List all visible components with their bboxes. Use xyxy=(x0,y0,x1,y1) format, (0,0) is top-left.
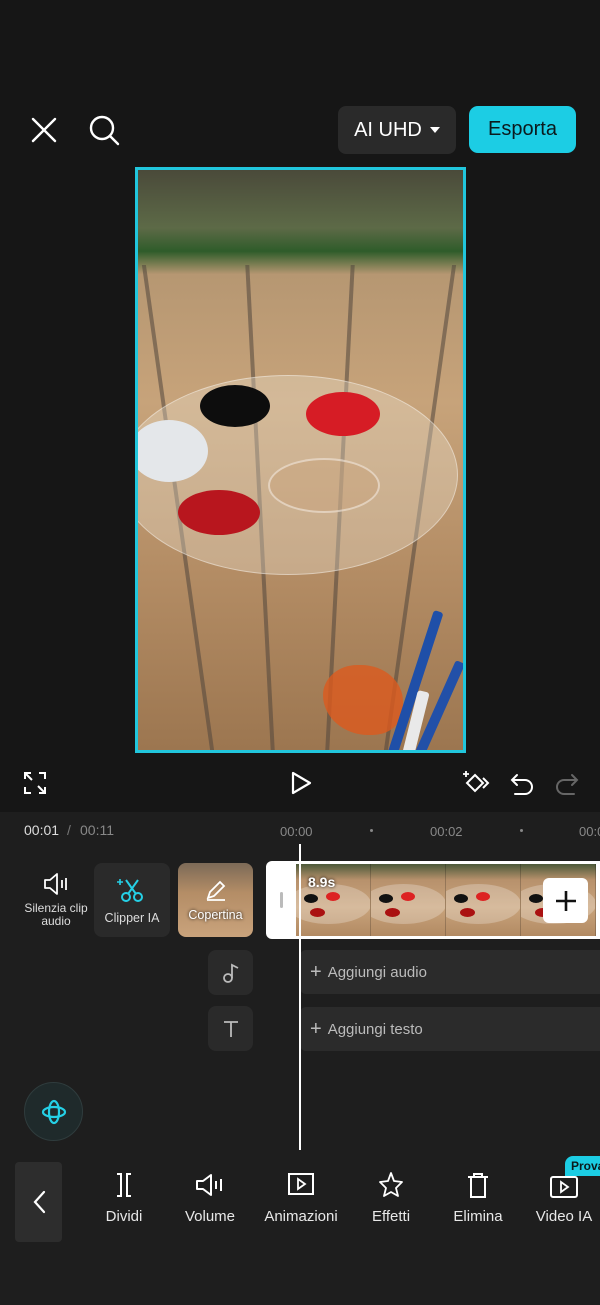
add-clip-button[interactable] xyxy=(543,878,588,923)
play-icon xyxy=(291,771,312,795)
effects-icon xyxy=(379,1172,403,1197)
delete-label: Elimina xyxy=(453,1208,503,1225)
current-time: 00:01 xyxy=(24,822,60,838)
time-separator: / xyxy=(67,822,71,838)
speaker-icon xyxy=(44,873,67,895)
export-button[interactable]: Esporta xyxy=(469,106,576,153)
audio-track-button[interactable] xyxy=(208,950,253,995)
ruler-dot xyxy=(520,829,523,832)
clip-duration: 8.9s xyxy=(308,874,336,890)
edit-pencil-icon xyxy=(206,880,225,901)
effects-label: Effetti xyxy=(371,1208,411,1225)
animation-tool[interactable]: Animazioni xyxy=(258,1168,344,1225)
volume-icon xyxy=(196,1174,222,1196)
split-label: Dividi xyxy=(105,1208,143,1225)
preview-paint-black xyxy=(200,385,270,427)
trash-icon xyxy=(468,1173,488,1198)
split-icon xyxy=(117,1173,131,1197)
clipper-ia-label: Clipper IA xyxy=(104,911,160,925)
clipper-ia-button[interactable]: Clipper IA xyxy=(94,863,170,937)
fullscreen-button[interactable] xyxy=(18,766,52,800)
preview-paint-darkred xyxy=(178,490,260,535)
search-button[interactable] xyxy=(82,108,126,152)
preview-paint-red xyxy=(306,392,380,436)
playhead[interactable] xyxy=(299,844,301,1150)
undo-icon xyxy=(510,774,533,795)
add-audio-button[interactable]: + Aggiungi audio xyxy=(300,950,600,994)
video-preview[interactable] xyxy=(135,167,466,753)
video-ai-label: Video IA xyxy=(535,1208,593,1225)
ai-scissors-icon xyxy=(117,879,143,902)
preview-palette-hole xyxy=(268,458,380,513)
fullscreen-icon xyxy=(24,772,46,794)
plus-icon xyxy=(555,890,576,911)
plus-icon: + xyxy=(310,961,322,983)
music-note-icon xyxy=(222,963,238,983)
text-icon xyxy=(223,1020,238,1037)
redo-button[interactable] xyxy=(550,766,584,800)
volume-label: Volume xyxy=(184,1208,236,1225)
ruler-label: 00:00 xyxy=(280,824,313,839)
try-badge: Prova xyxy=(565,1156,600,1176)
volume-tool[interactable]: Volume xyxy=(167,1168,253,1225)
clip-trim-handle[interactable] xyxy=(280,892,283,908)
cover-label: Copertina xyxy=(188,908,243,922)
ai-assistant-button[interactable] xyxy=(24,1082,83,1141)
add-text-button[interactable]: + Aggiungi testo xyxy=(300,1007,600,1051)
plus-icon: + xyxy=(310,1018,322,1040)
back-button[interactable] xyxy=(15,1162,62,1242)
text-track-button[interactable] xyxy=(208,1006,253,1051)
clip-frame xyxy=(446,864,521,936)
ruler-dot xyxy=(370,829,373,832)
ruler-label: 00:0 xyxy=(579,824,600,839)
resolution-label: AI UHD xyxy=(354,118,422,141)
caret-down-icon xyxy=(429,127,440,133)
clip-frame xyxy=(371,864,446,936)
timeline-panel[interactable]: 00:01 / 00:11 00:00 00:02 00:0 Silenzia … xyxy=(0,812,600,1150)
resolution-dropdown[interactable]: AI UHD xyxy=(338,106,456,154)
cover-button[interactable]: Copertina xyxy=(178,863,253,937)
delete-tool[interactable]: Elimina xyxy=(435,1168,521,1225)
add-text-label: Aggiungi testo xyxy=(327,1020,423,1038)
close-button[interactable] xyxy=(22,108,66,152)
total-time: 00:11 xyxy=(80,822,114,838)
ruler-label: 00:02 xyxy=(430,824,463,839)
mute-clip-audio-label: Silenzia clip audio xyxy=(24,901,88,928)
keyframe-button[interactable] xyxy=(458,766,496,800)
animation-label: Animazioni xyxy=(264,1208,338,1225)
effects-tool[interactable]: Effetti xyxy=(348,1168,434,1225)
redo-icon xyxy=(556,774,579,795)
search-icon xyxy=(89,115,120,146)
split-tool[interactable]: Dividi xyxy=(81,1168,167,1225)
undo-button[interactable] xyxy=(505,766,539,800)
play-button[interactable] xyxy=(284,766,318,800)
edit-toolbar: Dividi Volume Animazioni Effetti Elimina… xyxy=(0,1150,600,1305)
video-ai-tool[interactable]: Video IA xyxy=(521,1168,600,1225)
add-audio-label: Aggiungi audio xyxy=(327,963,427,981)
ai-sparkle-icon xyxy=(41,1099,66,1124)
preview-paint-orange xyxy=(323,665,403,735)
animation-icon xyxy=(288,1173,314,1195)
mute-clip-audio-button[interactable]: Silenzia clip audio xyxy=(18,860,94,940)
chevron-left-icon xyxy=(33,1190,45,1214)
keyframe-icon xyxy=(463,771,490,793)
close-icon xyxy=(31,117,57,143)
